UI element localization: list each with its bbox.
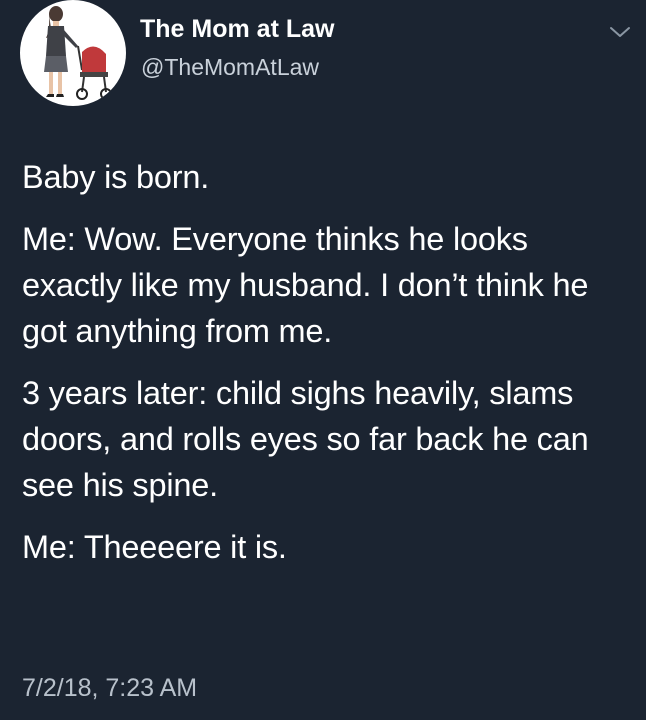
chevron-down-icon[interactable] [608,24,632,40]
tweet-paragraph: Me: Theeeere it is. [22,529,287,565]
tweet-paragraph: Me: Wow. Everyone thinks he looks exactl… [22,221,589,349]
tweet-paragraph: Baby is born. [22,159,210,195]
tweet-timestamp[interactable]: 7/2/18, 7:23 AM [22,671,197,705]
author-handle[interactable]: @TheMomAtLaw [141,53,319,81]
avatar[interactable] [20,0,126,106]
tweet-paragraph: 3 years later: child sighs heavily, slam… [22,375,589,503]
woman-with-stroller-icon [44,6,112,100]
author-display-name[interactable]: The Mom at Law [140,14,334,44]
tweet-card: The Mom at Law @TheMomAtLaw Baby is born… [0,0,646,720]
tweet-text: Baby is born. Me: Wow. Everyone thinks h… [22,154,632,570]
